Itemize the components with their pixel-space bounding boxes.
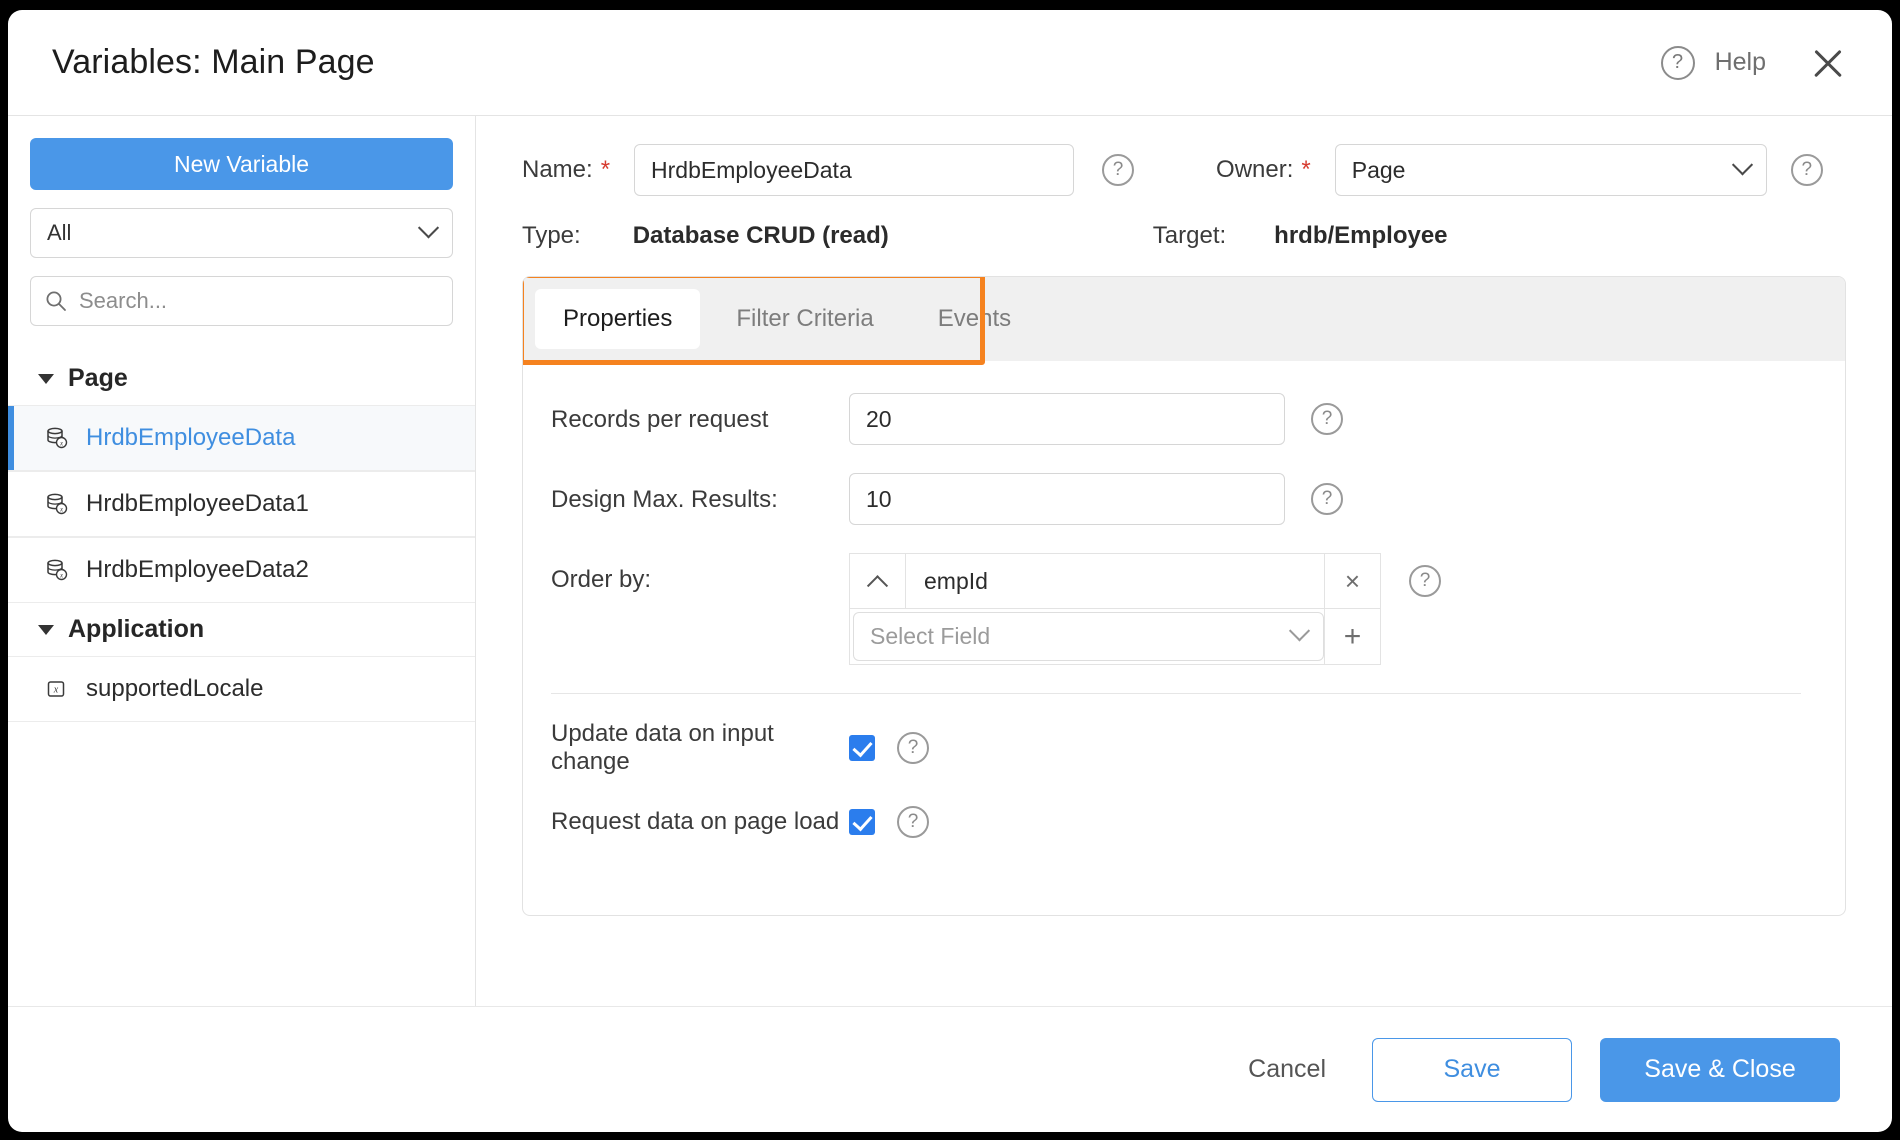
database-variable-icon: x <box>47 493 68 515</box>
records-per-request-help-icon[interactable]: ? <box>1311 403 1343 435</box>
save-and-close-button[interactable]: Save & Close <box>1600 1037 1840 1102</box>
chevron-down-icon <box>1288 620 1311 642</box>
target-value: hrdb/Employee <box>1274 222 1448 249</box>
variable-type-filter[interactable]: All <box>30 208 453 258</box>
order-by-field-placeholder: Select Field <box>870 623 991 649</box>
tab-filter-criteria[interactable]: Filter Criteria <box>708 289 901 349</box>
name-owner-row: Name: * HrdbEmployeeData ? Owner: * Page… <box>522 144 1846 196</box>
type-value: Database CRUD (read) <box>632 222 889 249</box>
variables-tree: Page x HrdbEmployeeData x HrdbEmployeeDa… <box>8 352 475 722</box>
order-by-label: Order by: <box>551 566 652 593</box>
order-by-grid: empId × Select Field + <box>849 553 1381 665</box>
dialog-header: Variables: Main Page ? Help <box>8 10 1892 116</box>
records-per-request-input[interactable]: 20 <box>849 393 1285 445</box>
new-variable-button[interactable]: New Variable <box>30 138 453 190</box>
properties-card: Properties Filter Criteria Events Record… <box>522 276 1846 916</box>
variables-sidebar: New Variable All Search... Page x HrdbEm… <box>8 116 476 1006</box>
header-actions: ? Help <box>1660 43 1848 83</box>
update-on-input-change-checkbox[interactable] <box>849 735 875 761</box>
owner-required-marker: * <box>1301 156 1311 183</box>
request-on-page-load-checkbox[interactable] <box>849 809 875 835</box>
order-by-help-icon[interactable]: ? <box>1409 565 1441 597</box>
help-button[interactable]: Help <box>1715 48 1766 77</box>
sidebar-item-supportedlocale[interactable]: x supportedLocale <box>8 656 475 722</box>
sidebar-controls: New Variable All Search... <box>8 116 475 326</box>
records-per-request-label: Records per request <box>551 406 769 433</box>
name-label: Name: <box>522 156 593 183</box>
sidebar-item-hrdbemployeedata1[interactable]: x HrdbEmployeeData1 <box>8 471 475 537</box>
variables-dialog: Variables: Main Page ? Help New Variable… <box>8 10 1892 1132</box>
request-on-page-load-label: Request data on page load <box>551 808 840 835</box>
close-icon[interactable] <box>1808 43 1848 83</box>
order-by-entry: empId × <box>849 553 1381 609</box>
chevron-down-icon <box>417 216 440 238</box>
design-max-results-value: 10 <box>866 485 892 512</box>
update-on-input-change-help-icon[interactable]: ? <box>897 732 929 764</box>
tab-bar: Properties Filter Criteria Events <box>523 277 1845 361</box>
design-max-results-help-icon[interactable]: ? <box>1311 483 1343 515</box>
search-icon <box>46 291 66 311</box>
variable-editor: Name: * HrdbEmployeeData ? Owner: * Page… <box>476 116 1892 1006</box>
question-circle-icon[interactable]: ? <box>1660 45 1695 80</box>
page-title: Variables: Main Page <box>52 43 375 81</box>
search-input[interactable]: Search... <box>30 276 453 326</box>
sidebar-item-hrdbemployeedata[interactable]: x HrdbEmployeeData <box>8 405 475 471</box>
order-by-field-select[interactable]: Select Field <box>853 612 1324 661</box>
type-target-row: Type: Database CRUD (read) Target: hrdb/… <box>522 222 1846 250</box>
add-order-by-button[interactable]: + <box>1324 609 1380 664</box>
order-by-new-entry: Select Field + <box>849 609 1381 665</box>
variable-x-icon: x <box>47 681 65 697</box>
tab-properties[interactable]: Properties <box>535 289 701 349</box>
tree-group-application[interactable]: Application <box>8 603 475 656</box>
owner-select[interactable]: Page <box>1334 144 1767 196</box>
caret-down-icon <box>38 624 54 635</box>
section-divider <box>551 693 1801 694</box>
cancel-button[interactable]: Cancel <box>1230 1045 1344 1094</box>
records-per-request-value: 20 <box>866 405 892 432</box>
sidebar-item-label: supportedLocale <box>86 675 264 702</box>
database-variable-icon: x <box>47 427 68 449</box>
sidebar-item-label: HrdbEmployeeData1 <box>86 490 309 517</box>
owner-help-icon[interactable]: ? <box>1790 154 1823 186</box>
caret-up-icon <box>866 574 889 596</box>
name-input-value: HrdbEmployeeData <box>651 156 852 183</box>
records-per-request-row: Records per request 20 ? <box>551 393 1801 445</box>
search-placeholder: Search... <box>79 288 168 313</box>
update-on-input-change-label: Update data on input change <box>551 720 774 775</box>
owner-label: Owner: <box>1216 156 1294 183</box>
order-by-field-name: empId <box>924 567 988 594</box>
owner-select-value: Page <box>1351 156 1406 183</box>
name-help-icon[interactable]: ? <box>1102 154 1135 186</box>
svg-text:x: x <box>53 685 59 696</box>
chevron-down-icon <box>1731 153 1753 175</box>
sidebar-item-hrdbemployeedata2[interactable]: x HrdbEmployeeData2 <box>8 537 475 603</box>
tree-group-page[interactable]: Page <box>8 352 475 405</box>
remove-order-by-button[interactable]: × <box>1324 554 1380 608</box>
request-on-page-load-help-icon[interactable]: ? <box>897 806 929 838</box>
dialog-body: New Variable All Search... Page x HrdbEm… <box>8 116 1892 1006</box>
caret-down-icon <box>38 373 54 384</box>
design-max-results-label: Design Max. Results: <box>551 486 778 513</box>
type-label: Type: <box>522 222 581 249</box>
request-on-page-load-row: Request data on page load ? <box>551 806 1801 838</box>
design-max-results-row: Design Max. Results: 10 ? <box>551 473 1801 525</box>
design-max-results-input[interactable]: 10 <box>849 473 1285 525</box>
save-button[interactable]: Save <box>1372 1037 1572 1102</box>
variable-type-filter-value: All <box>47 220 72 245</box>
sort-ascending-button[interactable] <box>850 554 906 608</box>
database-variable-icon: x <box>47 559 68 581</box>
update-on-input-change-row: Update data on input change ? <box>551 720 1801 776</box>
target-label: Target: <box>1152 222 1227 249</box>
tree-group-label: Application <box>68 615 205 643</box>
tab-events[interactable]: Events <box>910 289 1039 349</box>
sidebar-item-label: HrdbEmployeeData <box>86 424 296 451</box>
name-input[interactable]: HrdbEmployeeData <box>634 144 1075 196</box>
sidebar-item-label: HrdbEmployeeData2 <box>86 556 309 583</box>
properties-panel: Records per request 20 ? Design Max. Res… <box>523 361 1845 915</box>
dialog-footer: Cancel Save Save & Close <box>8 1006 1892 1132</box>
name-required-marker: * <box>600 156 611 183</box>
tree-group-label: Page <box>68 364 128 392</box>
order-by-row: Order by: empId × Select Field + ? <box>551 553 1801 665</box>
